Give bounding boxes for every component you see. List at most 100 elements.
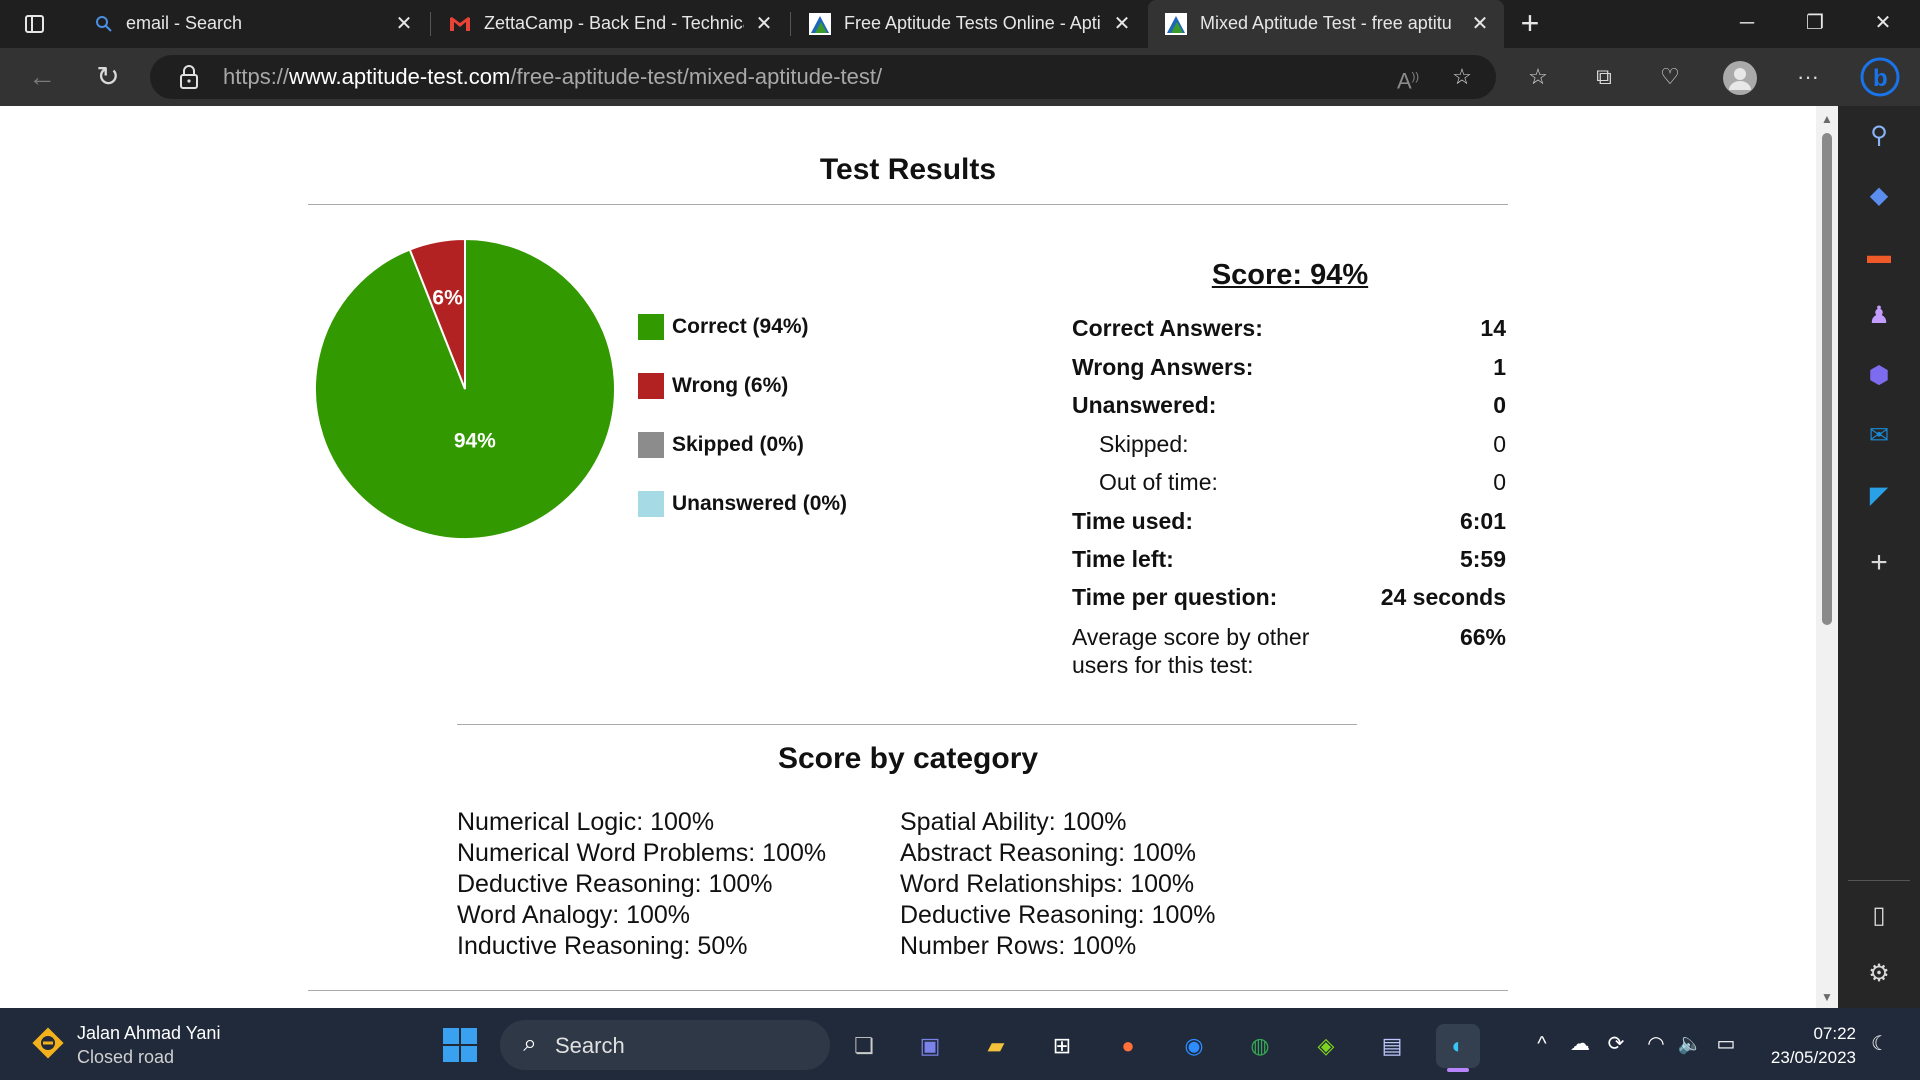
svg-text:b: b (1873, 65, 1888, 92)
stat-label-unanswered: Unanswered: (1072, 392, 1217, 418)
tab-email-search[interactable]: email - Search ✕ (76, 0, 424, 48)
collections-icon[interactable]: ⧉ (1586, 60, 1622, 96)
scroll-up-icon[interactable]: ▲ (1819, 112, 1835, 126)
sidebar-tools-icon[interactable]: ▬ (1861, 238, 1897, 274)
restore-button[interactable]: ❐ (1782, 0, 1848, 48)
sidebar-shopping-icon[interactable]: ◆ (1861, 178, 1897, 214)
system-clock[interactable]: 07:22 23/05/2023 (1752, 1022, 1856, 1070)
search-icon: ⌕ (523, 1030, 537, 1057)
hide-sidebar-icon[interactable]: ▯ (1861, 898, 1897, 934)
stat-value-average: 66% (1459, 624, 1506, 650)
stat-label-average-line1: Average score by other (1072, 624, 1310, 650)
gmail-icon (450, 17, 470, 31)
url-text[interactable]: https://www.aptitude-test.com/free-aptit… (223, 64, 882, 90)
sidebar-games-icon[interactable]: ♟ (1861, 298, 1897, 334)
scrollbar-thumb[interactable] (1822, 133, 1832, 625)
edge-icon[interactable]: ◐ (1436, 1024, 1480, 1068)
stat-value-wrong: 1 (1493, 354, 1506, 380)
close-tab-icon[interactable]: ✕ (754, 12, 774, 36)
notifications-icon[interactable]: ☾ (1866, 1030, 1894, 1058)
microsoft-store-icon[interactable]: ⊞ (1040, 1024, 1084, 1068)
browser-essentials-icon[interactable]: ♡ (1652, 60, 1688, 96)
read-aloud-icon[interactable]: A)) (1390, 60, 1426, 96)
aptitude-test-icon (1165, 13, 1187, 35)
tab-mixed-aptitude-test[interactable]: Mixed Aptitude Test - free aptitu ✕ (1148, 0, 1504, 48)
sidebar-search-icon[interactable]: ⚲ (1861, 118, 1897, 154)
stat-label-time-left: Time left: (1072, 546, 1174, 572)
favorites-icon[interactable]: ☆ (1520, 60, 1556, 96)
weather-subtitle[interactable]: Closed road (77, 1047, 174, 1068)
onedrive-error-icon[interactable]: ☁ (1566, 1030, 1594, 1058)
show-hidden-icons[interactable]: ^ (1528, 1030, 1556, 1058)
road-closed-icon[interactable] (30, 1025, 66, 1061)
scroll-down-icon[interactable]: ▼ (1819, 990, 1835, 1004)
wifi-icon[interactable]: ◠ (1642, 1030, 1670, 1058)
clock-date: 23/05/2023 (1770, 1048, 1856, 1067)
page-title: Test Results (819, 153, 997, 186)
url-scheme: https:// (223, 64, 290, 89)
close-window-button[interactable]: ✕ (1850, 0, 1916, 48)
page-content: Test Results 94% 6% Correct (94%) Wrong (… (0, 106, 1816, 1008)
weather-title[interactable]: Jalan Ahmad Yani (77, 1023, 220, 1044)
sidebar-drop-icon[interactable]: ◤ (1861, 478, 1897, 514)
legend-label: Skipped (0%) (672, 433, 804, 456)
back-button[interactable]: ← (22, 58, 62, 98)
taskbar-search-placeholder: Search (555, 1033, 625, 1058)
volume-icon[interactable]: 🔈 (1676, 1030, 1704, 1058)
legend-swatch-unanswered (638, 491, 664, 517)
firefox-icon[interactable]: ● (1106, 1024, 1150, 1068)
file-explorer-icon[interactable]: ▰ (974, 1024, 1018, 1068)
sidebar-office-icon[interactable]: ⬢ (1861, 358, 1897, 394)
close-tab-icon[interactable]: ✕ (394, 12, 414, 36)
category-right-4: Deductive Reasoning: 100% (900, 901, 1216, 929)
tab-zettacamp[interactable]: ZettaCamp - Back End - Technica ✕ (432, 0, 788, 48)
sync-icon[interactable]: ⟳ (1602, 1030, 1630, 1058)
active-app-indicator (1447, 1068, 1469, 1072)
legend-swatch-wrong (638, 373, 664, 399)
lock-icon[interactable] (178, 64, 200, 90)
stat-value-time-left: 5:59 (1459, 546, 1506, 572)
battery-icon[interactable]: ▭ (1712, 1030, 1740, 1058)
divider (308, 204, 1508, 205)
search-icon (96, 16, 112, 32)
stat-value-unanswered: 0 (1493, 392, 1506, 418)
category-title: Score by category (777, 742, 1039, 775)
settings-more-icon[interactable]: ··· (1790, 60, 1826, 96)
sidebar-settings-icon[interactable]: ⚙ (1861, 956, 1897, 992)
category-right-5: Number Rows: 100% (900, 932, 1137, 960)
legend-label: Unanswered (0%) (672, 492, 848, 515)
refresh-button[interactable]: ↻ (88, 58, 128, 98)
category-left-2: Numerical Word Problems: 100% (457, 839, 827, 867)
add-favorite-icon[interactable]: ☆ (1444, 60, 1480, 96)
close-tab-icon[interactable]: ✕ (1112, 12, 1132, 36)
new-tab-button[interactable]: + (1512, 7, 1548, 40)
qt-icon[interactable]: ◈ (1304, 1024, 1348, 1068)
tab-title: ZettaCamp - Back End - Technica (484, 13, 744, 33)
zoom-icon[interactable]: ◉ (1172, 1024, 1216, 1068)
sidebar-outlook-icon[interactable]: ✉ (1861, 418, 1897, 454)
stat-label-time-used: Time used: (1072, 508, 1193, 534)
close-tab-icon[interactable]: ✕ (1470, 12, 1490, 36)
sidebar-add-icon[interactable]: + (1861, 545, 1897, 581)
url-host: www.aptitude-test.com (289, 64, 511, 89)
tab-actions-icon (25, 15, 44, 33)
stat-label-time-per-question: Time per question: (1072, 584, 1278, 610)
divider (457, 724, 1357, 725)
teams-chat-icon[interactable]: ▣ (908, 1024, 952, 1068)
bing-copilot-icon[interactable]: b (1860, 56, 1900, 98)
tab-actions-button[interactable] (16, 10, 52, 38)
start-button[interactable] (443, 1028, 479, 1064)
task-manager-icon[interactable]: ▤ (1370, 1024, 1414, 1068)
stat-label-average-line2: users for this test: (1072, 652, 1254, 678)
chrome-icon[interactable]: ◍ (1238, 1024, 1282, 1068)
taskbar-search[interactable] (500, 1020, 830, 1070)
pie-label-1: 6% (432, 287, 463, 310)
task-view-icon[interactable]: ❏ (842, 1024, 886, 1068)
tab-free-aptitude-tests[interactable]: Free Aptitude Tests Online - Apti ✕ (792, 0, 1146, 48)
minimize-button[interactable]: ─ (1714, 0, 1780, 48)
tab-title: Free Aptitude Tests Online - Apti (844, 13, 1100, 33)
tab-separator (430, 12, 431, 36)
stat-value-correct: 14 (1480, 315, 1506, 341)
profile-avatar[interactable] (1722, 60, 1758, 96)
aptitude-test-icon (809, 13, 831, 35)
